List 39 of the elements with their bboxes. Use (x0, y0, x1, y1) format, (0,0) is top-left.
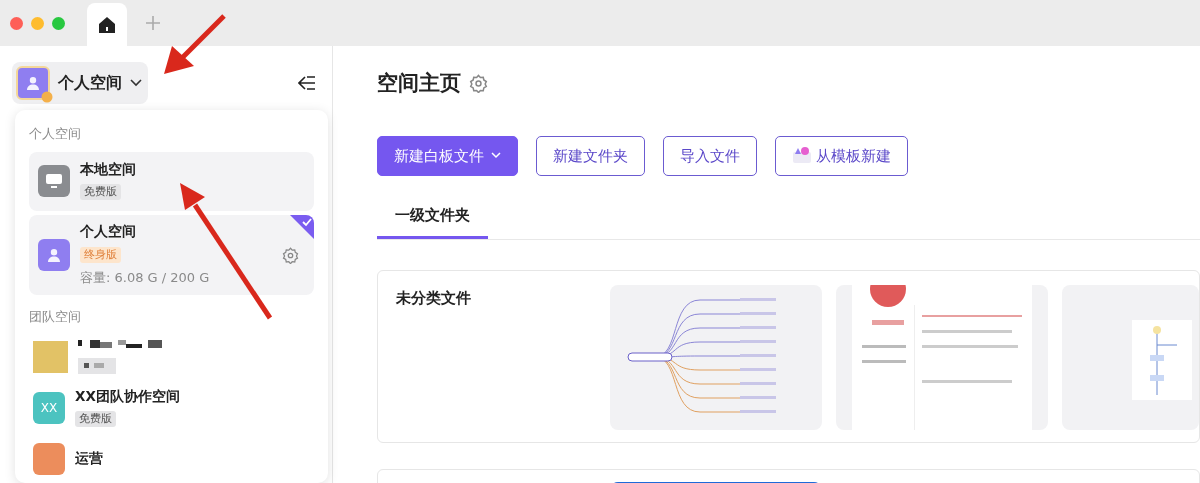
action-button[interactable]: 导入文件 (663, 135, 757, 176)
template-button[interactable]: 从模板新建 (775, 135, 908, 176)
plus-icon[interactable] (145, 15, 161, 31)
section-label: 个人空间 (29, 125, 82, 143)
plan-badge: 免费版 (80, 184, 121, 201)
space-name: 运营 (75, 450, 103, 468)
space-item[interactable]: 本地空间 免费版 (29, 151, 314, 212)
chevron-down-icon (491, 151, 501, 159)
person-icon (38, 239, 70, 272)
space-name: XX团队协作空间 (75, 387, 180, 406)
selected-check-icon (290, 215, 314, 240)
chevron-down-icon (130, 79, 142, 87)
space-item[interactable]: XX XX团队协作空间 免费版 (29, 382, 314, 435)
space-name: 本地空间 (80, 160, 136, 179)
group-title: 未分类文件 (396, 287, 472, 309)
space-name: 个人空间 (80, 223, 137, 241)
folder-tab[interactable]: 一级文件夹 (377, 198, 488, 239)
capacity-text: 容量: 6.08 G / 200 G (80, 268, 210, 287)
plan-badge: 终身版 (80, 246, 121, 263)
section-label: 团队空间 (29, 308, 82, 327)
avatar-icon (16, 66, 50, 100)
team-avatar: XX (33, 392, 65, 425)
close-window-button[interactable] (10, 16, 23, 30)
action-button[interactable]: 新建文件夹 (536, 135, 645, 176)
home-icon (97, 14, 117, 35)
space-item[interactable]: 个人空间 终身版 容量: 6.08 G / 200 G (29, 215, 314, 296)
space-switcher[interactable]: 个人空间 (12, 62, 148, 104)
annotation-arrow (164, 14, 226, 74)
plan-badge: 免费版 (75, 411, 116, 428)
settings-icon[interactable] (469, 74, 488, 94)
new-board-button[interactable]: 新建白板文件 (377, 135, 518, 176)
collapse-sidebar-icon[interactable] (298, 76, 316, 90)
monitor-icon (38, 165, 70, 198)
zoom-window-button[interactable] (52, 16, 65, 30)
home-tab[interactable] (87, 3, 127, 46)
space-item[interactable]: 运营 (29, 438, 314, 481)
template-icon (792, 145, 812, 164)
page-title: 空间主页 (377, 70, 461, 97)
settings-icon[interactable] (282, 246, 299, 264)
